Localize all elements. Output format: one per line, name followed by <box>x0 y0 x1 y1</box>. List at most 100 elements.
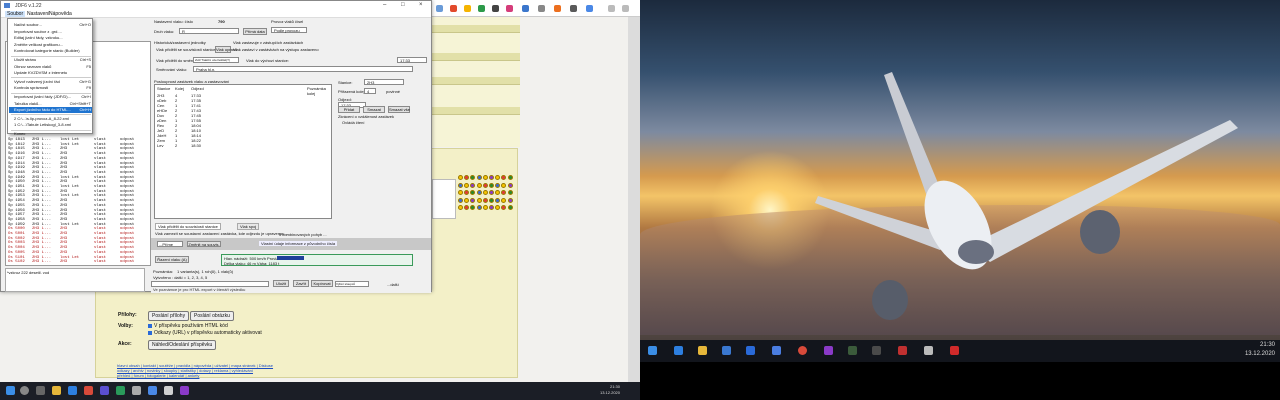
menu-item[interactable]: Konec <box>8 131 94 137</box>
smiley-icon[interactable] <box>482 190 488 195</box>
smiley-icon[interactable] <box>507 205 513 210</box>
smiley-icon[interactable] <box>495 190 501 195</box>
tab-icon[interactable] <box>522 5 529 12</box>
smiley-icon[interactable] <box>501 182 507 188</box>
tab-souvislosti[interactable]: Vlak přidělit do souvislostí stanice <box>155 223 221 230</box>
smiley-icon[interactable] <box>470 190 476 195</box>
smiley-icon[interactable] <box>458 190 463 195</box>
razeni-select[interactable]: 2H3 Trakční uzel letiště(T) <box>193 57 239 63</box>
vyber-input[interactable]: Výběr sloupců <box>335 281 369 287</box>
app-icon[interactable] <box>898 346 907 355</box>
stanice-select[interactable]: 2H3 <box>364 79 404 85</box>
pridat-button[interactable]: Přidat <box>338 106 360 113</box>
smiley-icon[interactable] <box>507 175 513 180</box>
smiley-icon[interactable] <box>482 197 488 203</box>
menu-item[interactable]: Update KVZDVSM z internetu <box>8 70 94 76</box>
menu-item[interactable]: 1 C:\...\Tabule Letiskogl_3-8.xml <box>8 122 94 128</box>
zavrit-button[interactable]: Zavřít <box>293 280 309 287</box>
col-stanice[interactable]: Stanice <box>157 86 170 91</box>
ovlada-checkbox[interactable]: Ovládá čtení <box>342 120 364 125</box>
mail-icon[interactable] <box>746 346 755 355</box>
app-icon[interactable] <box>132 386 141 395</box>
col-odjezd[interactable]: Odjezd <box>191 86 204 91</box>
smiley-icon[interactable] <box>507 182 513 188</box>
smiley-icon[interactable] <box>464 182 470 188</box>
prima-data-button[interactable]: Přímá data <box>243 28 267 35</box>
kopirovat-button[interactable]: Kopírovat <box>311 280 333 287</box>
povoz-select[interactable]: Podle provozu <box>271 27 307 33</box>
vychozi-input[interactable]: 17:33 <box>397 57 427 63</box>
clock-date[interactable]: 13.12.2020 <box>1230 350 1275 359</box>
search-icon[interactable] <box>20 386 29 395</box>
smiley-icon[interactable] <box>470 205 476 210</box>
menu-item[interactable]: Vytvoř nalezený jízdní řád Ctrl+G <box>8 79 94 85</box>
chk-vystup[interactable]: Vlak zastaví v zastávkách na výstupu zas… <box>233 47 319 52</box>
tab-icon[interactable] <box>464 5 471 12</box>
close-icon[interactable] <box>622 5 629 12</box>
url-option[interactable]: Odkazy (URL) v příspěvku automaticky akt… <box>148 330 262 336</box>
menu-item[interactable]: Export jízdního řádu do HTML... Ctrl+H <box>8 107 94 113</box>
minimize-icon[interactable] <box>608 5 615 12</box>
smazat-button[interactable]: Smazat <box>363 106 385 113</box>
menu-nastaveni[interactable]: Nastavení <box>27 11 50 17</box>
menu-item[interactable]: Editaj jízdní řády, vzkroku... <box>8 35 94 41</box>
chk-zastavuje[interactable]: Vlak zastavuje v zástupčích zastávkách <box>233 40 303 45</box>
app-icon[interactable] <box>924 346 933 355</box>
edge-icon[interactable] <box>68 386 77 395</box>
attach-image-button[interactable]: Poslání obrázku <box>190 311 234 321</box>
folder-icon[interactable] <box>698 346 707 355</box>
smiley-icon[interactable] <box>495 197 501 203</box>
vlak-upravit-button[interactable]: Vlak upravit <box>215 46 237 53</box>
app-icon[interactable] <box>148 386 157 395</box>
smiley-icon[interactable] <box>489 205 494 210</box>
footer-line[interactable]: přehled | fórum | fotogalerie | kalendář… <box>117 373 517 378</box>
smiley-icon[interactable] <box>476 205 482 210</box>
tab-icon[interactable] <box>506 5 513 12</box>
col-kolej[interactable]: Kolej <box>175 86 184 91</box>
attach-button[interactable]: Poslání přílohy <box>148 311 190 321</box>
app-icon[interactable] <box>950 346 959 355</box>
smiley-icon[interactable] <box>495 175 501 180</box>
kombinovane-checkbox[interactable]: 5 kombinovaných pohyb ... <box>279 232 327 237</box>
menu-item[interactable]: Načíst soubor... Ctrl+O <box>8 22 94 28</box>
menu-item[interactable]: Tabulka vlaků... Ctrl+Shift+T <box>8 101 94 107</box>
smiley-icon[interactable] <box>458 197 463 203</box>
clock-time[interactable]: 21:30 <box>590 384 620 389</box>
menu-soubor[interactable]: Soubor <box>5 11 26 17</box>
menu-item[interactable]: Změňte velikost grafikonu... <box>8 42 94 48</box>
smiley-icon[interactable] <box>464 205 470 210</box>
table-row[interactable]: Lev 2 18:30 <box>155 143 331 148</box>
druh-select[interactable]: R <box>179 28 239 34</box>
minimize-icon[interactable]: – <box>383 2 386 8</box>
close-icon[interactable]: × <box>419 2 423 8</box>
footer-links[interactable]: hlavní obsah | kontakt | soutěže | pravi… <box>117 363 517 381</box>
smiley-icon[interactable] <box>458 182 463 188</box>
smiley-icon[interactable] <box>501 197 507 203</box>
dalsi-button[interactable]: ...další <box>387 282 399 287</box>
menu-item[interactable]: Uložit stránu Ctrl+S <box>8 57 94 63</box>
stops-table[interactable]: Stanice Kolej Odjezd Poznámka kolej 2H3 4… <box>154 84 332 219</box>
smiley-icon[interactable] <box>464 197 470 203</box>
tab-icon[interactable] <box>538 5 545 12</box>
smiley-icon[interactable] <box>470 197 476 203</box>
clock-date[interactable]: 13.12.2020 <box>590 390 620 395</box>
tab-spoj[interactable]: Vlak spoj <box>237 223 260 230</box>
ulozit-button[interactable]: Uložit <box>273 280 289 287</box>
menu-napoveda[interactable]: Nápověda <box>49 11 72 17</box>
tab-icon[interactable] <box>450 5 457 12</box>
smiley-icon[interactable] <box>476 175 482 180</box>
smer-select[interactable]: Praha hl.n. <box>193 66 413 72</box>
app-icon[interactable] <box>164 386 173 395</box>
zmenit-button[interactable]: Změnit na souvis. <box>187 241 221 247</box>
smiley-icon[interactable] <box>501 205 507 210</box>
menu-item[interactable]: Kontrola správnosti F9 <box>8 85 94 91</box>
smiley-icon[interactable] <box>476 190 482 195</box>
souvislost-select[interactable]: ...Příme <box>157 241 183 247</box>
edge-icon[interactable] <box>674 346 683 355</box>
smiley-icon[interactable] <box>482 205 488 210</box>
preview-submit-button[interactable]: Náhled/Odeslání příspěvku <box>148 340 217 350</box>
clock-time[interactable]: 21:30 <box>1230 341 1275 350</box>
smiley-icon[interactable] <box>501 190 507 195</box>
tab-icon[interactable] <box>554 5 561 12</box>
smiley-icon[interactable] <box>489 190 494 195</box>
